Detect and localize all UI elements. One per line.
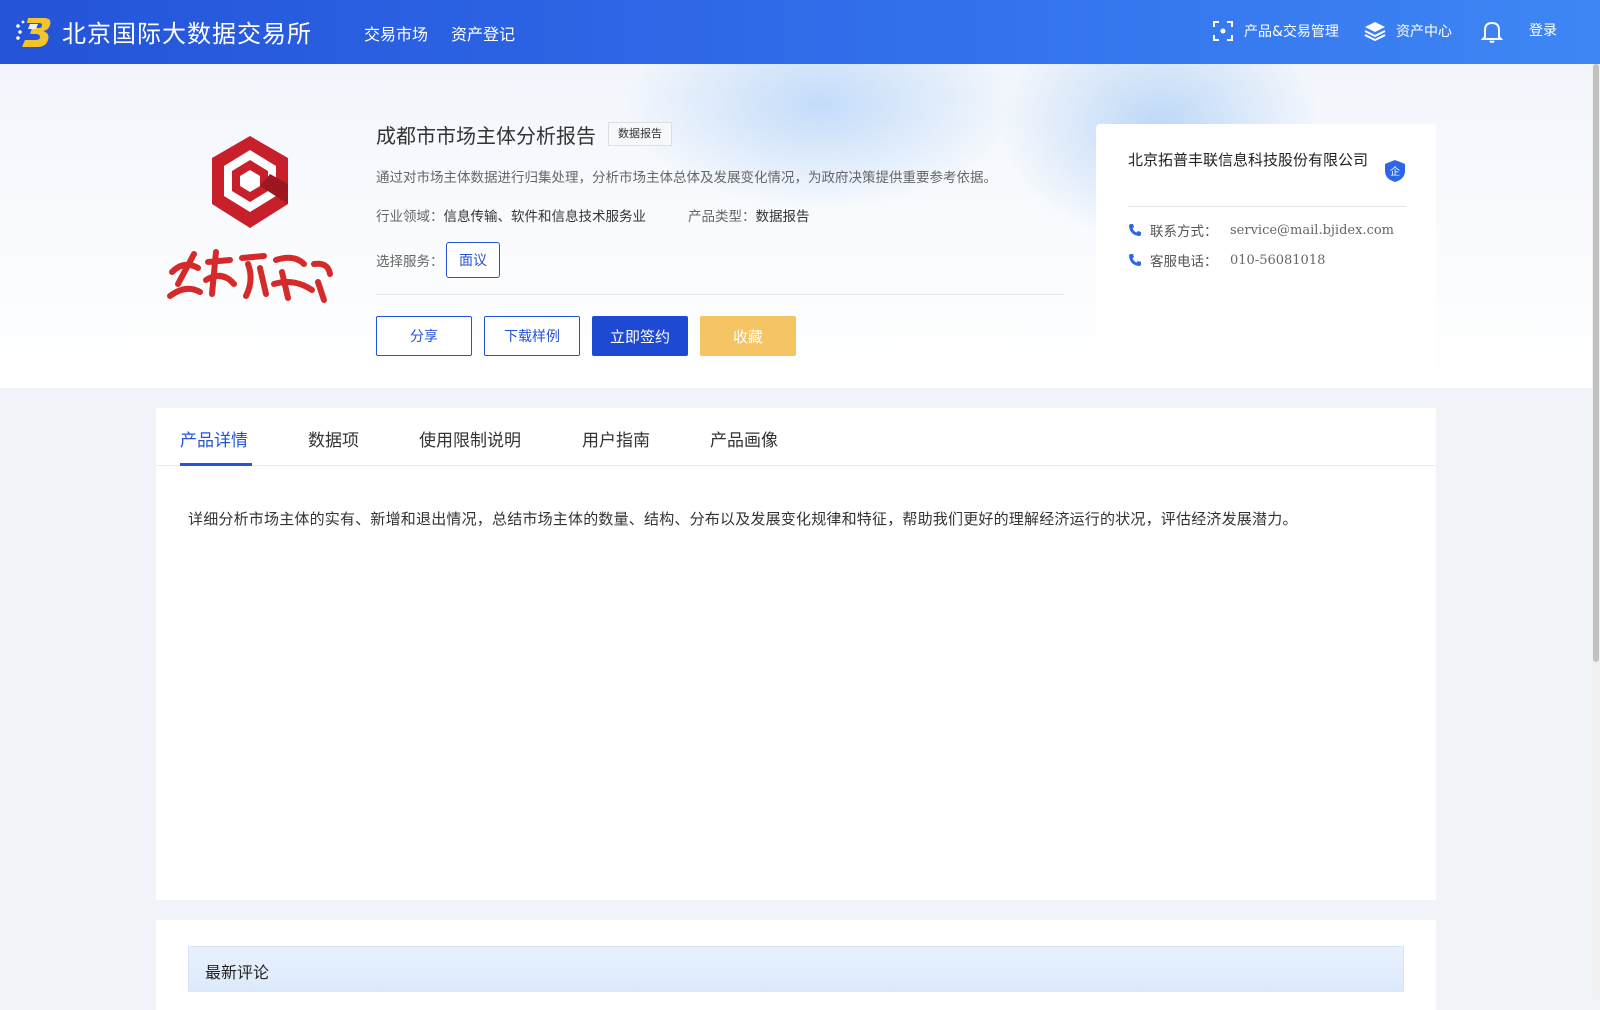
product-detail-text: 详细分析市场主体的实有、新增和退出情况，总结市场主体的数量、结构、分布以及发展变… <box>188 510 1298 528</box>
product-description: 通过对市场主体数据进行归集处理，分析市场主体总体及发展变化情况，为政府决策提供重… <box>376 170 997 186</box>
product-type-value: 数据报告 <box>755 209 810 225</box>
favorite-button[interactable]: 收藏 <box>700 316 796 356</box>
contact-label: 联系方式： <box>1150 224 1218 240</box>
nav-product-trade-management[interactable]: 产品&交易管理 <box>1212 20 1339 42</box>
tab-data-items[interactable]: 数据项 <box>308 426 359 451</box>
sign-now-button[interactable]: 立即签约 <box>592 316 688 356</box>
hero-divider <box>376 294 1064 295</box>
active-tab-indicator <box>180 463 252 466</box>
enterprise-badge-text: 企 <box>1390 165 1400 178</box>
phone-label: 客服电话： <box>1150 254 1218 270</box>
page-scrollbar[interactable] <box>1592 64 1600 1000</box>
scan-icon <box>1213 21 1233 41</box>
detail-tabs: 产品详情 数据项 使用限制说明 用户指南 产品画像 <box>156 408 1436 466</box>
login-link[interactable]: 登录 <box>1529 20 1557 40</box>
company-card-divider <box>1128 206 1406 207</box>
bjidex-logo-icon[interactable] <box>14 12 54 52</box>
nav-asset-center[interactable]: 资产中心 <box>1364 20 1452 42</box>
nav-asset-registration[interactable]: 资产登记 <box>451 21 515 45</box>
industry-label: 行业领域： <box>376 209 444 225</box>
layers-icon <box>1364 22 1386 42</box>
product-type-label: 产品类型： <box>688 209 756 225</box>
brand-title[interactable]: 北京国际大数据交易所 <box>62 14 312 49</box>
company-card: 北京拓普丰联信息科技股份有限公司 企 联系方式： service@mail.bj… <box>1096 124 1436 372</box>
phone-number: 010-56081018 <box>1230 252 1326 268</box>
notification-bell-icon[interactable] <box>1481 20 1503 44</box>
comments-panel: 最新评论 <box>156 920 1436 1010</box>
product-detail-panel: 产品详情 数据项 使用限制说明 用户指南 产品画像 详细分析市场主体的实有、新增… <box>156 408 1436 900</box>
nav-trade-market[interactable]: 交易市场 <box>364 21 428 45</box>
company-name[interactable]: 北京拓普丰联信息科技股份有限公司 <box>1128 150 1378 171</box>
contact-email[interactable]: service@mail.bjidex.com <box>1230 223 1394 238</box>
comments-title: 最新评论 <box>205 963 270 982</box>
phone-icon <box>1129 254 1141 266</box>
product-logo <box>167 136 333 303</box>
service-option-negotiable[interactable]: 面议 <box>446 242 500 278</box>
enterprise-verified-badge-icon: 企 <box>1385 160 1405 182</box>
share-button[interactable]: 分享 <box>376 316 472 356</box>
tab-product-details[interactable]: 产品详情 <box>180 426 248 451</box>
industry-field: 行业领域：信息传输、软件和信息技术服务业 <box>376 205 646 225</box>
download-sample-button[interactable]: 下载样例 <box>484 316 580 356</box>
comments-header: 最新评论 <box>188 946 1404 992</box>
nav-asset-center-label: 资产中心 <box>1396 24 1452 40</box>
product-type-tag: 数据报告 <box>608 122 672 146</box>
scrollbar-thumb[interactable] <box>1593 64 1599 662</box>
product-hero: 成都市市场主体分析报告 数据报告 通过对市场主体数据进行归集处理，分析市场主体总… <box>0 64 1592 388</box>
phone-icon <box>1129 224 1141 236</box>
top-navigation-bar: 北京国际大数据交易所 交易市场 资产登记 产品&交易管理 资产中心 登录 <box>0 0 1600 64</box>
nav-product-trade-label: 产品&交易管理 <box>1244 24 1339 40</box>
contact-row: 联系方式： service@mail.bjidex.com <box>1128 220 1394 240</box>
tab-usage-restrictions[interactable]: 使用限制说明 <box>419 426 521 451</box>
tab-product-profile[interactable]: 产品画像 <box>710 426 778 451</box>
service-label: 选择服务： <box>376 254 444 270</box>
industry-value: 信息传输、软件和信息技术服务业 <box>443 209 647 225</box>
phone-row: 客服电话： 010-56081018 <box>1128 250 1325 270</box>
product-title: 成都市市场主体分析报告 <box>376 124 596 148</box>
product-type-field: 产品类型：数据报告 <box>688 205 810 225</box>
tab-user-guide[interactable]: 用户指南 <box>582 426 650 451</box>
